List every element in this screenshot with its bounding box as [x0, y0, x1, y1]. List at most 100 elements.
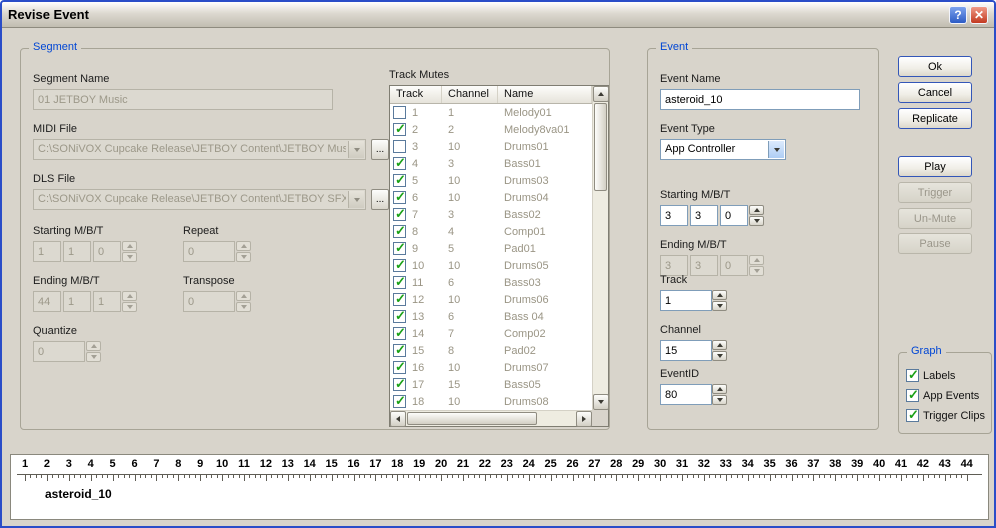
- track-row[interactable]: 610Drums04: [390, 189, 592, 206]
- help-button[interactable]: ?: [949, 6, 967, 24]
- col-header-track[interactable]: Track: [390, 86, 442, 103]
- scroll-left-icon[interactable]: [390, 411, 406, 427]
- event-name-input[interactable]: [660, 89, 860, 110]
- graph-option-checkbox[interactable]: [906, 389, 919, 402]
- event-type-dropdown-icon[interactable]: [768, 141, 784, 158]
- track-row[interactable]: 1715Bass05: [390, 376, 592, 393]
- ruler-tick-minor: [282, 475, 283, 478]
- title-bar[interactable]: Revise Event ? ✕: [2, 2, 994, 28]
- hscroll-thumb[interactable]: [407, 412, 537, 425]
- graph-option[interactable]: App Events: [906, 389, 989, 402]
- track-row[interactable]: 510Drums03: [390, 172, 592, 189]
- graph-option-checkbox[interactable]: [906, 369, 919, 382]
- track-mutes-hscrollbar[interactable]: [390, 410, 592, 426]
- mute-checkbox[interactable]: [393, 123, 406, 136]
- mute-checkbox[interactable]: [393, 174, 406, 187]
- midi-browse-button[interactable]: ...: [371, 139, 389, 160]
- mute-checkbox[interactable]: [393, 293, 406, 306]
- event-ending-beat[interactable]: [690, 255, 718, 276]
- event-starting-measure[interactable]: [660, 205, 688, 226]
- segment-name-input[interactable]: [33, 89, 333, 110]
- channel-input[interactable]: [660, 340, 712, 361]
- track-row[interactable]: 95Pad01: [390, 240, 592, 257]
- segment-starting-tick[interactable]: [93, 241, 121, 262]
- segment-starting-spinner[interactable]: [122, 241, 137, 262]
- scroll-right-icon[interactable]: [576, 411, 592, 427]
- col-header-channel[interactable]: Channel: [442, 86, 498, 103]
- cancel-button[interactable]: Cancel: [898, 82, 972, 103]
- event-ending-spinner[interactable]: [749, 255, 764, 276]
- mute-checkbox[interactable]: [393, 191, 406, 204]
- repeat-input[interactable]: [183, 241, 235, 262]
- track-row[interactable]: 1610Drums07: [390, 359, 592, 376]
- track-row[interactable]: 136Bass 04: [390, 308, 592, 325]
- event-starting-beat[interactable]: [690, 205, 718, 226]
- segment-ending-measure[interactable]: [33, 291, 61, 312]
- mute-checkbox[interactable]: [393, 361, 406, 374]
- track-row[interactable]: 84Comp01: [390, 223, 592, 240]
- track-row[interactable]: 73Bass02: [390, 206, 592, 223]
- track-row[interactable]: 11Melody01: [390, 104, 592, 121]
- repeat-spinner[interactable]: [236, 241, 251, 262]
- scroll-up-icon[interactable]: [593, 86, 609, 102]
- transpose-spinner[interactable]: [236, 291, 251, 312]
- segment-ending-beat[interactable]: [63, 291, 91, 312]
- dls-dropdown-icon[interactable]: [348, 191, 364, 208]
- track-row[interactable]: 1810Drums08: [390, 393, 592, 410]
- event-starting-spinner[interactable]: [749, 205, 764, 226]
- scroll-down-icon[interactable]: [593, 394, 609, 410]
- timeline[interactable]: 1234567891011121314151617181920212223242…: [10, 454, 989, 520]
- dls-file-combo[interactable]: C:\SONiVOX Cupcake Release\JETBOY Conten…: [33, 189, 366, 210]
- mute-checkbox[interactable]: [393, 242, 406, 255]
- mute-checkbox[interactable]: [393, 106, 406, 119]
- event-type-combo[interactable]: App Controller: [660, 139, 786, 160]
- eventid-spinner[interactable]: [712, 384, 727, 405]
- mute-checkbox[interactable]: [393, 157, 406, 170]
- segment-ending-tick[interactable]: [93, 291, 121, 312]
- graph-option[interactable]: Labels: [906, 369, 989, 382]
- mute-checkbox[interactable]: [393, 327, 406, 340]
- quantize-spinner[interactable]: [86, 341, 101, 362]
- track-input[interactable]: [660, 290, 712, 311]
- play-button[interactable]: Play: [898, 156, 972, 177]
- mute-checkbox[interactable]: [393, 225, 406, 238]
- col-header-name[interactable]: Name: [498, 86, 592, 103]
- mute-checkbox[interactable]: [393, 344, 406, 357]
- segment-ending-spinner[interactable]: [122, 291, 137, 312]
- track-row[interactable]: 43Bass01: [390, 155, 592, 172]
- track-row[interactable]: 158Pad02: [390, 342, 592, 359]
- mute-checkbox[interactable]: [393, 310, 406, 323]
- replicate-button[interactable]: Replicate: [898, 108, 972, 129]
- mute-checkbox[interactable]: [393, 208, 406, 221]
- mute-checkbox[interactable]: [393, 259, 406, 272]
- track-row[interactable]: 147Comp02: [390, 325, 592, 342]
- track-row[interactable]: 22Melody8va01: [390, 121, 592, 138]
- channel-spinner[interactable]: [712, 340, 727, 361]
- track-row[interactable]: 310Drums01: [390, 138, 592, 155]
- track-spinner[interactable]: [712, 290, 727, 311]
- segment-starting-beat[interactable]: [63, 241, 91, 262]
- eventid-input[interactable]: [660, 384, 712, 405]
- track-row[interactable]: 1210Drums06: [390, 291, 592, 308]
- segment-starting-measure[interactable]: [33, 241, 61, 262]
- quantize-input[interactable]: [33, 341, 85, 362]
- mute-checkbox[interactable]: [393, 378, 406, 391]
- vscroll-thumb[interactable]: [594, 103, 607, 191]
- mute-checkbox[interactable]: [393, 276, 406, 289]
- track-mutes-vscrollbar[interactable]: [592, 86, 608, 410]
- mute-checkbox[interactable]: [393, 395, 406, 408]
- graph-option-checkbox[interactable]: [906, 409, 919, 422]
- dls-browse-button[interactable]: ...: [371, 189, 389, 210]
- graph-option[interactable]: Trigger Clips: [906, 409, 989, 422]
- ok-button[interactable]: Ok: [898, 56, 972, 77]
- close-button[interactable]: ✕: [970, 6, 988, 24]
- event-ending-measure[interactable]: [660, 255, 688, 276]
- midi-dropdown-icon[interactable]: [348, 141, 364, 158]
- track-row[interactable]: 1010Drums05: [390, 257, 592, 274]
- track-row[interactable]: 116Bass03: [390, 274, 592, 291]
- midi-file-combo[interactable]: C:\SONiVOX Cupcake Release\JETBOY Conten…: [33, 139, 366, 160]
- event-starting-tick[interactable]: [720, 205, 748, 226]
- transpose-input[interactable]: [183, 291, 235, 312]
- mute-checkbox[interactable]: [393, 140, 406, 153]
- event-ending-tick[interactable]: [720, 255, 748, 276]
